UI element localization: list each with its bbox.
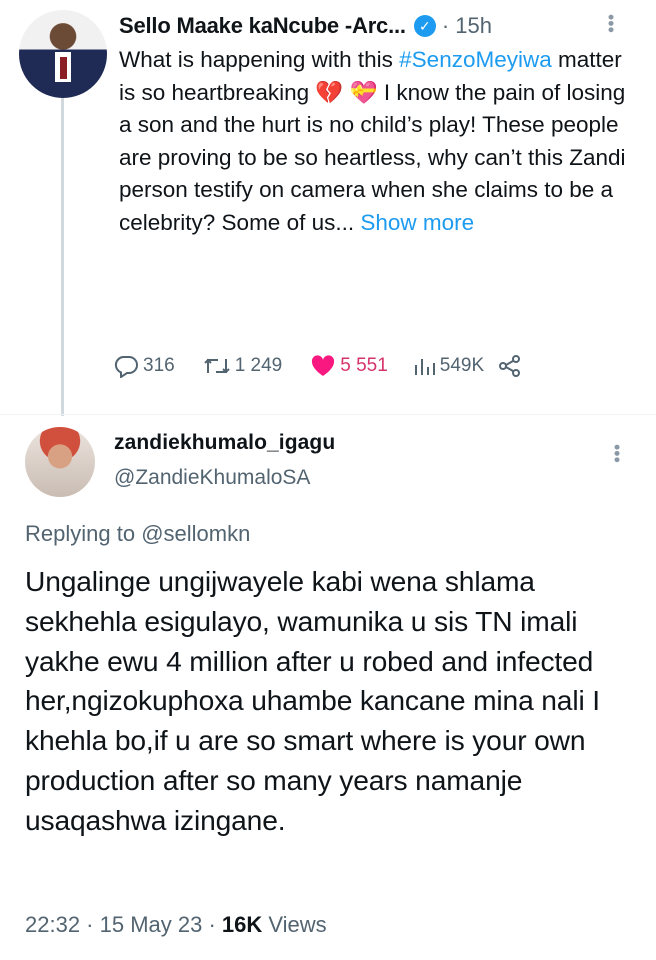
heart-icon bbox=[312, 355, 335, 376]
user-handle[interactable]: @ZandieKhumaloSA bbox=[114, 466, 310, 490]
avatar[interactable] bbox=[19, 10, 107, 98]
like-button[interactable]: 5 551 bbox=[310, 354, 388, 378]
retweet-button[interactable]: 1 249 bbox=[203, 355, 283, 377]
reply-button[interactable]: 316 bbox=[113, 354, 175, 378]
more-icon[interactable]: ••• bbox=[601, 14, 621, 33]
more-icon[interactable]: ••• bbox=[607, 444, 627, 463]
display-name[interactable]: zandiekhumalo_igagu bbox=[114, 431, 335, 455]
tweet-actions: 316 1 249 5 551 549K bbox=[113, 354, 623, 378]
tweet-text-intro: What is happening with this bbox=[119, 47, 400, 72]
retweet-icon bbox=[203, 358, 230, 374]
tweet-meta: 22:32 · 15 May 23 · 16K Views bbox=[25, 912, 327, 938]
tweet-timestamp[interactable]: 22:32 · 15 May 23 · bbox=[25, 912, 222, 937]
mention-link[interactable]: @sellomkn bbox=[141, 521, 250, 546]
avatar[interactable] bbox=[25, 427, 95, 497]
show-more-link[interactable]: Show more bbox=[360, 210, 474, 235]
tweet-text: Ungalinge ungijwayele kabi wena shlama s… bbox=[25, 565, 600, 836]
share-icon bbox=[499, 355, 521, 377]
tweet-time[interactable]: · 15h bbox=[442, 13, 492, 39]
views-count: 549K bbox=[439, 355, 485, 376]
author-name[interactable]: Sello Maake kaNcube -Arc... bbox=[119, 13, 406, 39]
like-count: 5 551 bbox=[340, 355, 388, 376]
reply-count: 316 bbox=[143, 355, 175, 376]
views-label: Views bbox=[262, 912, 327, 937]
views-button[interactable]: 549K bbox=[412, 355, 484, 377]
thread-connector-line bbox=[61, 96, 64, 416]
replying-label: Replying to bbox=[25, 521, 136, 546]
verified-badge-icon: ✓ bbox=[413, 15, 436, 37]
tweet-header: Sello Maake kaNcube -Arc... ✓ · 15h bbox=[119, 10, 492, 42]
replying-to: Replying to @sellomkn bbox=[25, 521, 250, 547]
divider bbox=[0, 414, 656, 415]
hashtag-link[interactable]: #SenzoMeyiwa bbox=[399, 47, 552, 72]
reply-icon bbox=[114, 356, 138, 378]
views-count: 16K bbox=[221, 912, 263, 937]
tweet-text: What is happening with this #SenzoMeyiwa… bbox=[119, 44, 639, 240]
avatar-tie bbox=[60, 57, 67, 79]
tweet-text-body: matter is so heartbreaking 💔 💝 I know th… bbox=[119, 47, 626, 235]
analytics-icon bbox=[414, 359, 435, 375]
share-button[interactable] bbox=[498, 355, 526, 377]
retweet-count: 1 249 bbox=[234, 355, 283, 376]
